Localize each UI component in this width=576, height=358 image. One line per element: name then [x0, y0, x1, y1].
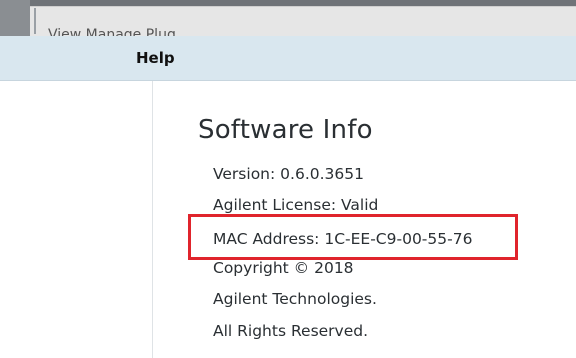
window-top-divider: [34, 8, 36, 34]
rights-line: All Rights Reserved.: [213, 322, 369, 340]
mac-address-line: MAC Address: 1C-EE-C9-00-55-76: [213, 230, 472, 248]
menu-bar: Help: [0, 36, 576, 81]
window-top-strip-text: View Manage Plug...: [48, 27, 190, 36]
page-title: Software Info: [198, 115, 373, 145]
mac-address-value: 1C-EE-C9-00-55-76: [324, 230, 473, 248]
left-sidebar: [0, 81, 153, 358]
window-top-bar: View Manage Plug...: [0, 0, 576, 37]
version-label: Version:: [213, 165, 276, 183]
menu-item-help[interactable]: Help: [136, 49, 175, 67]
version-line: Version: 0.6.0.3651: [213, 165, 364, 183]
version-value: 0.6.0.3651: [280, 165, 364, 183]
license-line: Agilent License: Valid: [213, 196, 378, 214]
mac-address-label: MAC Address:: [213, 230, 320, 248]
company-line: Agilent Technologies.: [213, 290, 377, 308]
license-label: Agilent License:: [213, 196, 337, 214]
copyright-line: Copyright © 2018: [213, 259, 354, 277]
license-value: Valid: [341, 196, 379, 214]
software-info-panel: Software Info Version: 0.6.0.3651 Agilen…: [153, 81, 576, 358]
window-top-left-block: [0, 0, 30, 36]
